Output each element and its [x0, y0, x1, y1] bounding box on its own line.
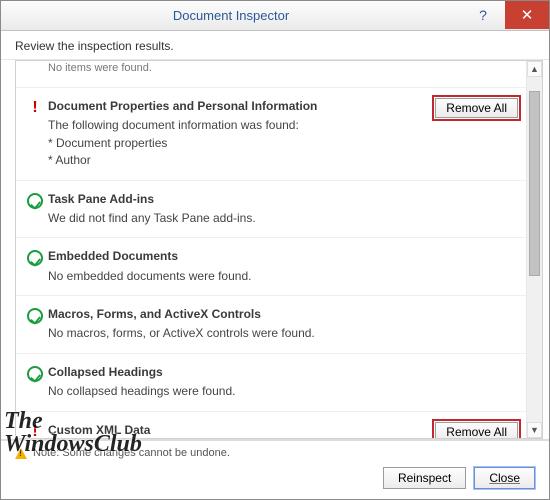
result-description: No collapsed headings were found. — [48, 383, 426, 400]
reinspect-button[interactable]: Reinspect — [383, 467, 466, 489]
result-section: Embedded Documents No embedded documents … — [16, 238, 526, 296]
result-description: No embedded documents were found. — [48, 268, 426, 285]
remove-all-button[interactable]: Remove All — [435, 422, 518, 438]
result-section: Task Pane Add-ins We did not find any Tas… — [16, 181, 526, 239]
results-panel: No items were found.! Document Properties… — [1, 59, 549, 439]
status-icon-warn: ! — [22, 422, 48, 438]
window-buttons: ? ✕ — [461, 1, 549, 30]
status-icon-ok — [22, 364, 48, 382]
result-action: Remove All — [426, 98, 518, 118]
result-description: We did not find any Task Pane add-ins. — [48, 210, 426, 227]
result-section: Macros, Forms, and ActiveX Controls No ma… — [16, 296, 526, 354]
result-action: Remove All — [426, 422, 518, 438]
result-description: No items were found. — [48, 61, 426, 77]
result-body: Embedded Documents No embedded documents … — [48, 248, 426, 285]
result-title: Task Pane Add-ins — [48, 191, 426, 208]
scroll-thumb[interactable] — [529, 91, 540, 276]
dialog-window: Document Inspector ? ✕ Review the inspec… — [0, 0, 550, 500]
dialog-footer: Note: Some changes cannot be undone. Rei… — [1, 439, 549, 499]
remove-all-button[interactable]: Remove All — [435, 98, 518, 118]
titlebar: Document Inspector ? ✕ — [1, 1, 549, 31]
result-body: Collapsed Headings No collapsed headings … — [48, 364, 426, 401]
exclamation-icon: ! — [32, 100, 37, 116]
result-body: Macros, Forms, and ActiveX Controls No ma… — [48, 306, 426, 343]
result-body: Document Properties and Personal Informa… — [48, 98, 426, 170]
scroll-down-button[interactable]: ▼ — [527, 422, 542, 438]
scroll-track[interactable] — [527, 77, 542, 422]
status-icon-warn: ! — [22, 98, 48, 116]
check-icon — [27, 193, 43, 209]
exclamation-icon: ! — [32, 424, 37, 438]
result-section: ! Document Properties and Personal Inform… — [16, 88, 526, 181]
window-close-button[interactable]: ✕ — [505, 1, 549, 29]
status-icon-ok — [22, 191, 48, 209]
warning-icon — [15, 448, 27, 459]
result-title: Custom XML Data — [48, 422, 426, 438]
result-description: The following document information was f… — [48, 117, 426, 169]
result-body: No items were found. — [48, 61, 426, 77]
vertical-scrollbar[interactable]: ▲ ▼ — [526, 61, 542, 438]
close-button[interactable]: Close — [474, 467, 535, 489]
status-icon-ok — [22, 306, 48, 324]
status-icon-none — [22, 61, 48, 63]
result-title: Macros, Forms, and ActiveX Controls — [48, 306, 426, 323]
result-section: ! Custom XML DataCustom XML data was foun… — [16, 412, 526, 438]
help-button[interactable]: ? — [461, 1, 505, 29]
result-description: No macros, forms, or ActiveX controls we… — [48, 325, 426, 342]
footer-buttons: Reinspect Close — [15, 467, 535, 489]
check-icon — [27, 308, 43, 324]
result-title: Collapsed Headings — [48, 364, 426, 381]
result-section: No items were found. — [16, 61, 526, 88]
scroll-up-button[interactable]: ▲ — [527, 61, 542, 77]
window-title: Document Inspector — [1, 8, 461, 23]
check-icon — [27, 366, 43, 382]
footer-note: Note: Some changes cannot be undone. — [15, 447, 535, 459]
result-title: Document Properties and Personal Informa… — [48, 98, 426, 115]
check-icon — [27, 250, 43, 266]
result-title: Embedded Documents — [48, 248, 426, 265]
status-icon-ok — [22, 248, 48, 266]
result-body: Custom XML DataCustom XML data was found… — [48, 422, 426, 438]
instructions-text: Review the inspection results. — [1, 31, 549, 59]
results-list: No items were found.! Document Properties… — [16, 61, 526, 438]
result-body: Task Pane Add-ins We did not find any Tas… — [48, 191, 426, 228]
footer-note-text: Note: Some changes cannot be undone. — [33, 447, 230, 459]
results-scroll-area: No items were found.! Document Properties… — [15, 60, 543, 439]
result-section: Collapsed Headings No collapsed headings … — [16, 354, 526, 412]
